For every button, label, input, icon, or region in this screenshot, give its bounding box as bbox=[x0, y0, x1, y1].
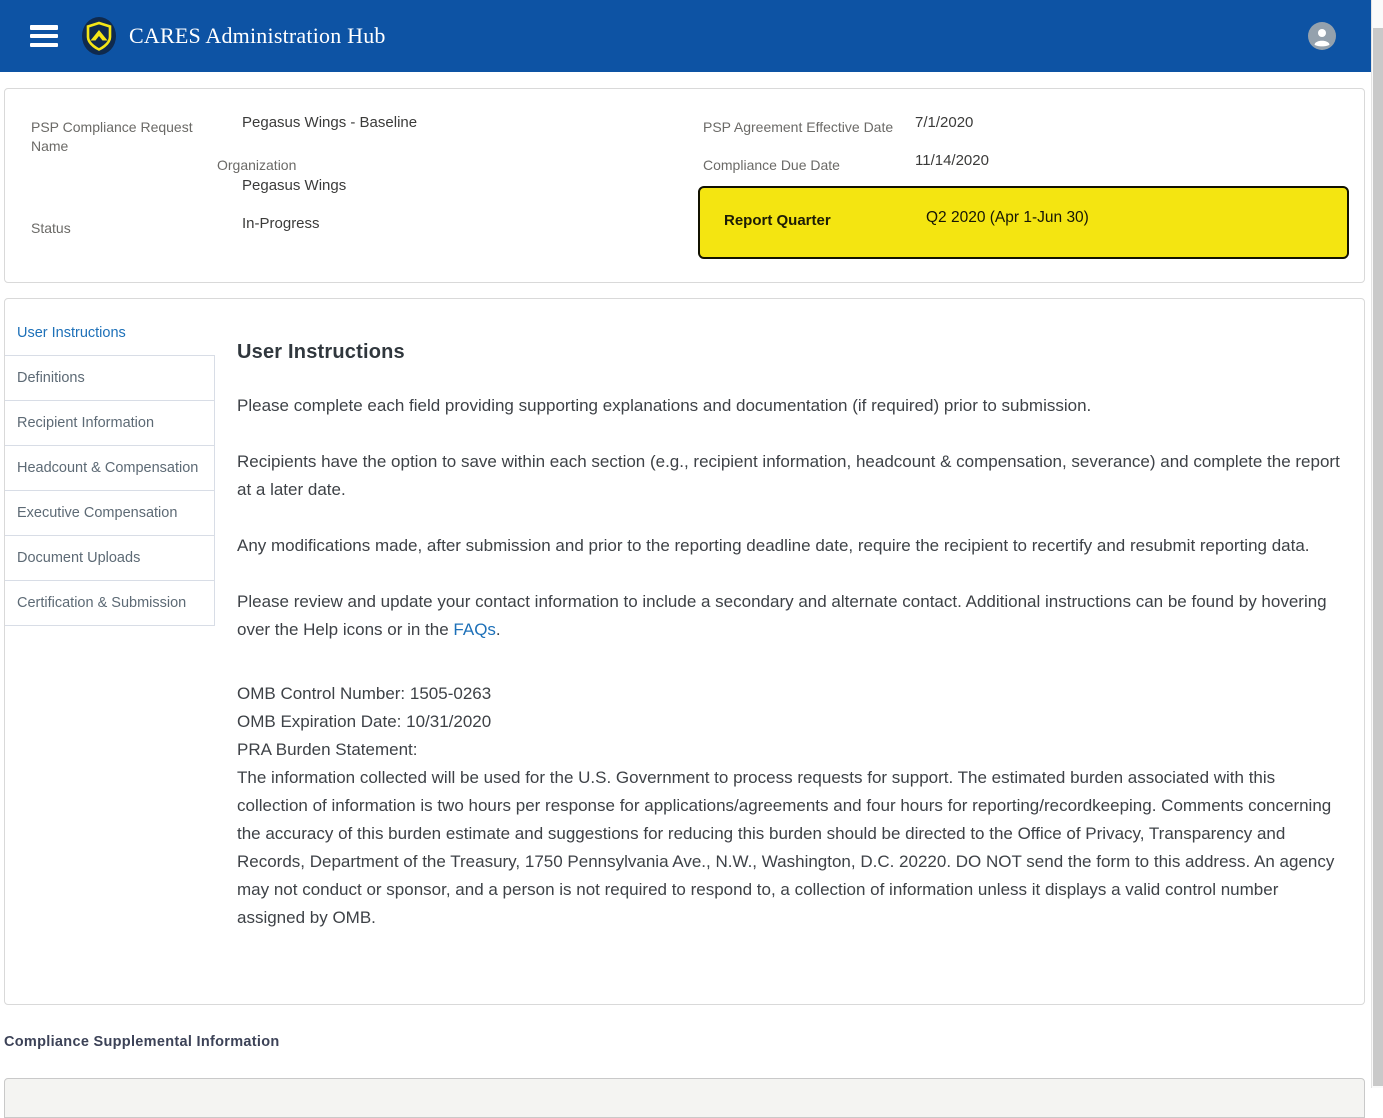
tab-document-uploads[interactable]: Document Uploads bbox=[5, 535, 215, 580]
instruction-paragraph-4: Please review and update your contact in… bbox=[237, 588, 1346, 644]
report-main-panel: User Instructions Definitions Recipient … bbox=[4, 298, 1365, 1005]
tab-recipient-information[interactable]: Recipient Information bbox=[5, 400, 215, 445]
omb-control-number: OMB Control Number: 1505-0263 bbox=[237, 680, 1346, 708]
instruction-paragraph-3: Any modifications made, after submission… bbox=[237, 532, 1346, 560]
request-name-label: PSP Compliance Request Name bbox=[31, 118, 201, 156]
due-date-label: Compliance Due Date bbox=[703, 156, 840, 175]
effective-date-value: 7/1/2020 bbox=[915, 114, 973, 131]
organization-value: Pegasus Wings bbox=[242, 177, 346, 194]
app-title: CARES Administration Hub bbox=[129, 23, 386, 49]
request-name-value: Pegasus Wings - Baseline bbox=[242, 114, 417, 131]
instruction-paragraph-2: Recipients have the option to save withi… bbox=[237, 448, 1346, 504]
page-scrollbar[interactable] bbox=[1371, 0, 1383, 1088]
omb-expiration-date: OMB Expiration Date: 10/31/2020 bbox=[237, 708, 1346, 736]
paragraph-4-period: . bbox=[496, 620, 501, 639]
app-header: CARES Administration Hub bbox=[0, 0, 1371, 72]
compliance-summary-panel: PSP Compliance Request Name Pegasus Wing… bbox=[4, 88, 1365, 283]
tab-user-instructions[interactable]: User Instructions bbox=[5, 311, 215, 355]
omb-pra-block: OMB Control Number: 1505-0263 OMB Expira… bbox=[237, 680, 1346, 932]
user-avatar-icon[interactable] bbox=[1308, 22, 1336, 50]
tab-executive-compensation[interactable]: Executive Compensation bbox=[5, 490, 215, 535]
instruction-paragraph-1: Please complete each field providing sup… bbox=[237, 392, 1346, 420]
tab-headcount-compensation[interactable]: Headcount & Compensation bbox=[5, 445, 215, 490]
tab-certification-submission[interactable]: Certification & Submission bbox=[5, 580, 215, 626]
scrollbar-thumb[interactable] bbox=[1373, 28, 1383, 1086]
status-value: In-Progress bbox=[242, 215, 320, 232]
content-heading: User Instructions bbox=[237, 341, 1346, 364]
paragraph-4-text: Please review and update your contact in… bbox=[237, 592, 1327, 639]
report-quarter-value: Q2 2020 (Apr 1-Jun 30) bbox=[926, 209, 1089, 227]
organization-label: Organization bbox=[217, 156, 296, 175]
hamburger-menu-icon[interactable] bbox=[30, 25, 58, 47]
user-instructions-content: User Instructions Please complete each f… bbox=[215, 299, 1364, 1004]
supplemental-section-title: Compliance Supplemental Information bbox=[4, 1034, 280, 1050]
section-tab-list: User Instructions Definitions Recipient … bbox=[5, 299, 215, 1004]
cares-shield-logo-icon bbox=[81, 16, 117, 56]
faqs-link[interactable]: FAQs bbox=[453, 620, 496, 639]
pra-burden-statement-label: PRA Burden Statement: bbox=[237, 736, 1346, 764]
due-date-value: 11/14/2020 bbox=[915, 152, 989, 169]
effective-date-label: PSP Agreement Effective Date bbox=[703, 118, 893, 137]
tab-definitions[interactable]: Definitions bbox=[5, 355, 215, 400]
pra-burden-statement-text: The information collected will be used f… bbox=[237, 764, 1346, 932]
report-quarter-label: Report Quarter bbox=[724, 212, 831, 229]
status-label: Status bbox=[31, 219, 71, 238]
supplemental-panel-header bbox=[4, 1078, 1365, 1118]
report-quarter-highlight-box: Report Quarter Q2 2020 (Apr 1-Jun 30) bbox=[698, 186, 1349, 259]
